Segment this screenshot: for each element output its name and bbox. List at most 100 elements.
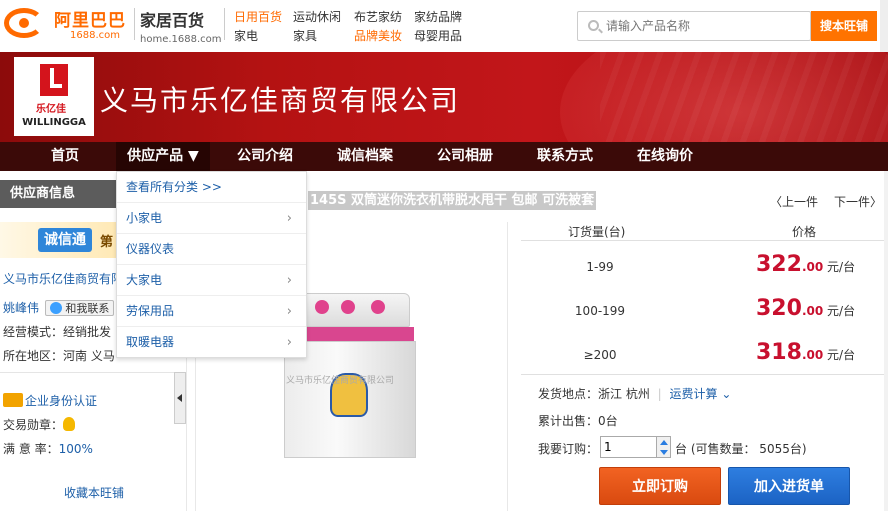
tier-qty: ≥200	[583, 348, 617, 362]
top-bar: 阿里巴巴 1688.com 家居百货 home.1688.com 日用百货 运动…	[0, 0, 888, 52]
channel-link[interactable]: 运动休闲	[293, 8, 341, 25]
collapse-panel-button[interactable]	[174, 372, 186, 424]
chevron-right-icon: ›	[286, 335, 292, 350]
company-logo-cn: 乐亿佳	[36, 104, 66, 115]
dropdown-item-label: 小家电	[126, 211, 163, 225]
tier-price-int: 318	[756, 340, 802, 365]
tier-qty: 1-99	[586, 260, 614, 274]
dropdown-item-instruments[interactable]: 仪器仪表	[117, 234, 306, 265]
prev-item-link[interactable]: 〈上一件	[770, 193, 818, 210]
price-col-qty: 订货量(台)	[568, 225, 626, 239]
dropdown-item-label: 大家电	[126, 273, 163, 287]
nav-company-intro[interactable]: 公司介绍	[224, 142, 306, 171]
channel-link[interactable]: 母婴用品	[414, 27, 462, 44]
tier-qty: 100-199	[574, 304, 626, 318]
dropdown-item-heaters[interactable]: 取暖电器 ›	[117, 327, 306, 358]
tier-price-int: 320	[756, 296, 802, 321]
chengxintong-badge[interactable]: 诚信通 第	[0, 222, 116, 258]
channel-link[interactable]: 品牌美妆	[354, 27, 402, 44]
add-to-cart-button[interactable]: 加入进货单	[728, 467, 850, 505]
tier-price: 322.00 元/台	[756, 252, 855, 277]
company-logo[interactable]: 乐亿佳 WILLINGGA	[14, 57, 94, 136]
satisfaction-label: 满 意 率：	[3, 442, 59, 456]
id-auth-label: 企业身份认证	[25, 394, 98, 408]
alibaba-logo-text: 阿里巴巴	[54, 11, 126, 31]
washer-knob	[341, 300, 355, 314]
chevron-right-icon: ›	[286, 211, 292, 226]
channel-title: 家居百货	[140, 11, 205, 30]
supplier-person[interactable]: 姚峰伟	[3, 301, 39, 315]
trade-medal-label: 交易勋章：	[3, 418, 64, 432]
medal-icon[interactable]	[63, 417, 76, 431]
tier-price-unit: 元/台	[827, 260, 856, 274]
company-logo-en: WILLINGGA	[22, 117, 86, 128]
wangwang-icon	[49, 302, 62, 314]
divider	[224, 8, 225, 40]
nav-credit-file[interactable]: 诚信档案	[324, 142, 406, 171]
company-logo-mark-icon	[40, 64, 68, 96]
nav-contact[interactable]: 联系方式	[524, 142, 606, 171]
nav-home[interactable]: 首页	[36, 142, 94, 171]
contact-me-label: 和我联系	[65, 302, 110, 315]
next-item-link[interactable]: 下一件〉	[834, 193, 882, 210]
company-name: 义马市乐亿佳商贸有限公司	[100, 84, 461, 117]
alibaba-logo-domain: 1688.com	[70, 30, 120, 41]
dropdown-item-all[interactable]: 查看所有分类 >>	[117, 172, 306, 203]
channel-link[interactable]: 家纺品牌	[414, 8, 462, 25]
shop-nav: 首页 供应产品 ▼ 公司介绍 诚信档案 公司相册 联系方式 在线询价	[0, 142, 888, 171]
divider	[134, 8, 135, 40]
banner-rays	[600, 52, 888, 142]
satisfaction-row: 满 意 率：100%	[3, 440, 93, 457]
divider	[0, 372, 186, 373]
tier-price: 320.00 元/台	[756, 296, 855, 321]
supplier-panel-title: 供应商信息	[0, 180, 116, 208]
washer-knob	[315, 300, 329, 314]
products-dropdown-menu: 查看所有分类 >> 小家电 › 仪器仪表 大家电 › 劳保用品 › 取暖电器 ›	[116, 171, 307, 358]
dropdown-item-label: 劳保用品	[126, 304, 175, 318]
nav-inquiry[interactable]: 在线询价	[624, 142, 706, 171]
channel-link[interactable]: 日用百货	[234, 8, 282, 25]
search-icon	[588, 20, 599, 31]
freight-calc-link[interactable]: 运费计算	[670, 387, 718, 401]
image-watermark: 义马市乐亿佳商贸有限公司	[286, 376, 395, 386]
supplier-company-link[interactable]: 义马市乐亿佳商贸有限	[3, 270, 123, 287]
tier-price-dec: .00	[801, 260, 824, 274]
dropdown-item-labor-protection[interactable]: 劳保用品 ›	[117, 296, 306, 327]
alibaba-dot-icon	[19, 18, 29, 28]
search-input[interactable]	[606, 16, 806, 36]
search-shop-button[interactable]: 搜本旺铺	[811, 11, 877, 41]
channel-link[interactable]: 布艺家纺	[354, 8, 402, 25]
channel-link[interactable]: 家具	[293, 27, 317, 44]
nav-products[interactable]: 供应产品 ▼	[116, 142, 210, 171]
washer-lid	[290, 293, 410, 327]
divider	[521, 374, 888, 375]
dropdown-item-small-appliances[interactable]: 小家电 ›	[117, 203, 306, 234]
stepper-up-icon[interactable]	[660, 440, 668, 445]
dropdown-item-large-appliances[interactable]: 大家电 ›	[117, 265, 306, 296]
trade-medal-row: 交易勋章：	[3, 416, 76, 433]
stock-label: 台 (可售数量： 5055台)	[675, 442, 807, 456]
buy-now-button[interactable]: 立即订购	[599, 467, 721, 505]
quantity-stepper[interactable]	[657, 436, 671, 458]
chengxintong-logo: 诚信通	[38, 228, 92, 252]
shop-banner: 乐亿佳 WILLINGGA 义马市乐亿佳商贸有限公司	[0, 52, 888, 142]
order-qty-input[interactable]	[600, 436, 657, 458]
supplier-region: 所在地区：河南 义马	[3, 349, 115, 363]
order-label: 我要订购：	[538, 442, 599, 456]
tier-price-dec: .00	[801, 348, 824, 362]
ship-from-row: 发货地点：浙江 杭州 | 运费计算 ⌄	[538, 385, 731, 402]
product-title: 145S 双筒迷你洗衣机带脱水甩干 包邮 可洗被套	[308, 191, 597, 210]
channel-brand[interactable]: 家居百货 home.1688.com	[140, 7, 222, 45]
alibaba-logo[interactable]: 阿里巴巴 1688.com	[4, 6, 132, 44]
dropdown-item-label: 仪器仪表	[126, 242, 175, 256]
stepper-down-icon[interactable]	[660, 450, 668, 455]
id-auth-link[interactable]: 企业身份认证	[3, 392, 97, 409]
contact-me-button[interactable]: 和我联系	[44, 300, 115, 316]
supplier-mode: 经营模式：经销批发	[3, 325, 112, 339]
favorite-shop-link[interactable]: 收藏本旺铺	[64, 484, 124, 501]
id-auth-icon	[3, 393, 23, 407]
chevron-down-icon[interactable]: ⌄	[721, 387, 731, 401]
divider: |	[657, 387, 662, 401]
nav-album[interactable]: 公司相册	[424, 142, 506, 171]
channel-link[interactable]: 家电	[234, 27, 258, 44]
